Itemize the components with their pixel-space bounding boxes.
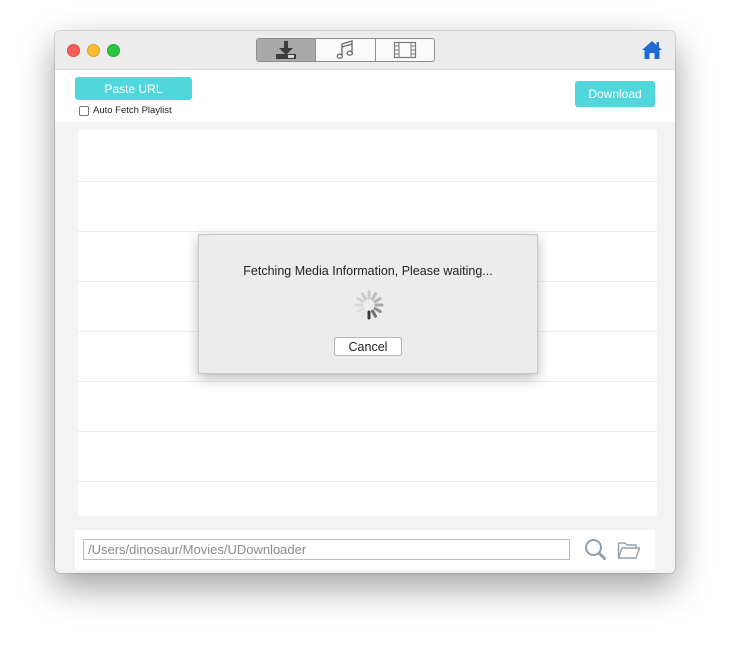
fetching-dialog: Fetching Media Information, Please waiti… (198, 234, 538, 374)
search-icon[interactable] (584, 538, 606, 560)
maximize-window-button[interactable] (107, 44, 120, 57)
download-tab-icon (276, 41, 297, 59)
cancel-button[interactable]: Cancel (334, 337, 402, 356)
save-path-field[interactable]: /Users/dinosaur/Movies/UDownloader (83, 539, 570, 560)
tab-video[interactable] (376, 39, 434, 61)
row-divider (78, 431, 657, 432)
app-window: Paste URL Auto Fetch Playlist Download F… (55, 31, 675, 573)
row-divider (78, 381, 657, 382)
mode-segmented-control (256, 38, 435, 62)
title-bar (55, 31, 675, 70)
save-path-bar: /Users/dinosaur/Movies/UDownloader (75, 530, 655, 570)
fetching-message: Fetching Media Information, Please waiti… (243, 264, 493, 278)
download-button[interactable]: Download (575, 81, 655, 107)
close-window-button[interactable] (67, 44, 80, 57)
auto-fetch-checkbox[interactable] (79, 105, 89, 116)
auto-fetch-playlist-option[interactable]: Auto Fetch Playlist (79, 105, 172, 116)
music-tab-icon (337, 40, 354, 59)
row-divider (78, 481, 657, 482)
auto-fetch-label: Auto Fetch Playlist (93, 105, 172, 116)
tab-download[interactable] (257, 39, 317, 61)
minimize-window-button[interactable] (87, 44, 100, 57)
paste-url-button[interactable]: Paste URL (75, 77, 192, 100)
open-folder-icon[interactable] (617, 540, 641, 560)
toolbar: Paste URL Auto Fetch Playlist Download (55, 70, 675, 122)
video-tab-icon (393, 41, 416, 59)
loading-spinner-icon (354, 290, 384, 320)
row-divider (78, 231, 657, 232)
row-divider (78, 181, 657, 182)
home-icon[interactable] (641, 40, 663, 60)
tab-music[interactable] (316, 39, 376, 61)
